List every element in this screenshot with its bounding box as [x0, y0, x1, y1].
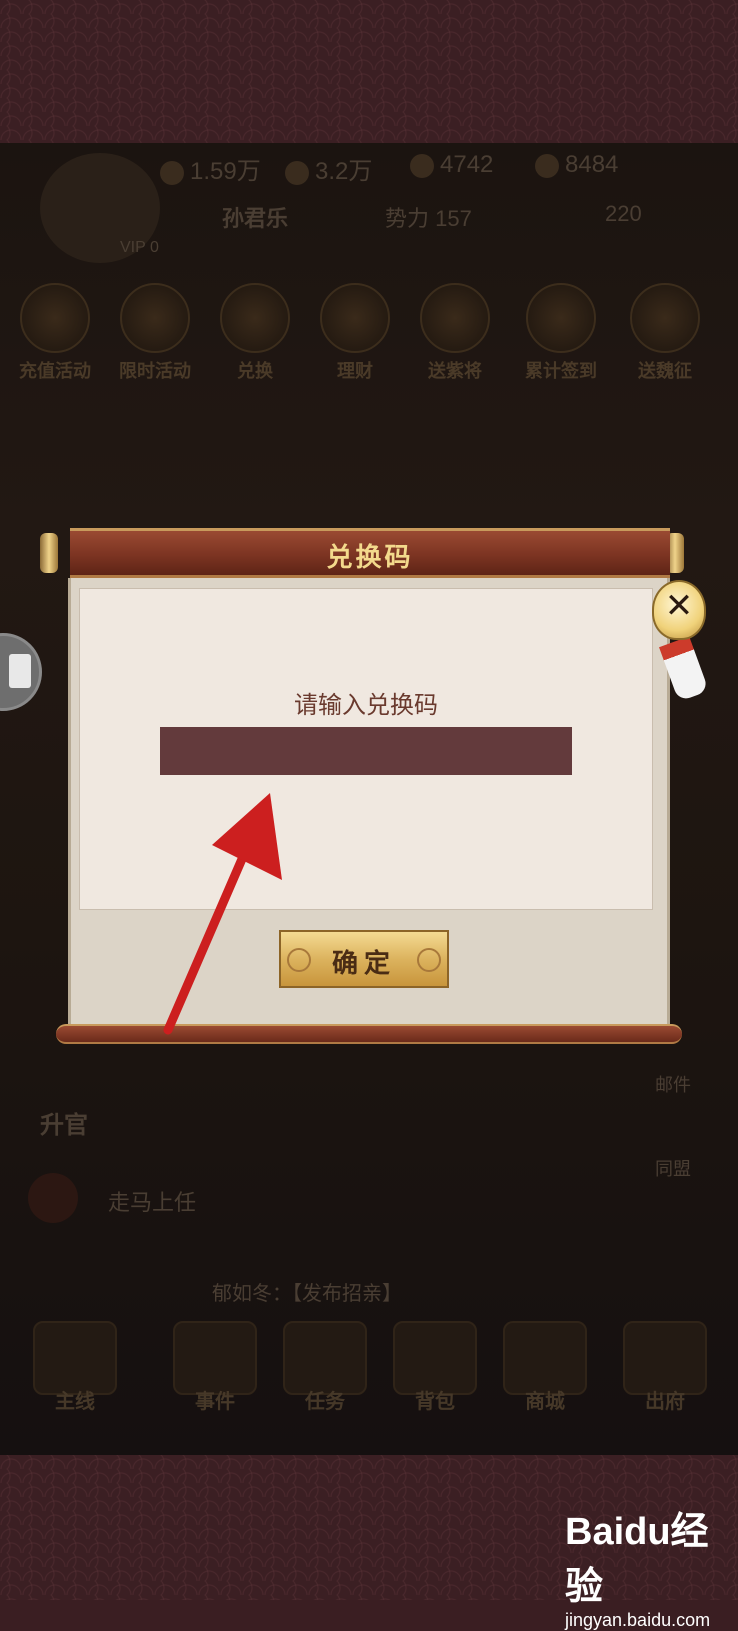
close-button[interactable]: ✕ [652, 580, 706, 640]
baidu-watermark: Baidu经验 jingyan.baidu.com [565, 1500, 735, 1630]
power-label: 势力 [385, 206, 430, 231]
events-icon [173, 1321, 257, 1395]
soldier-icon [410, 153, 434, 178]
vip-badge: VIP 0 [120, 239, 159, 256]
limited-icon [120, 283, 190, 353]
resource-silver: 1.59万 [160, 151, 261, 186]
redeem-icon [220, 283, 290, 353]
feature-limited[interactable]: 限时活动 [114, 283, 196, 383]
power-display: 势力 157 [385, 201, 472, 233]
feature-label: 送魏征 [638, 361, 692, 382]
food-icon [285, 160, 309, 185]
resource-gems: 8484 [535, 151, 618, 179]
feature-label: 送紫将 [428, 361, 482, 382]
redeem-dialog: 请输入兑换码 确定 [68, 578, 670, 1026]
nav-label: 主线 [55, 1389, 95, 1413]
general-icon [420, 283, 490, 353]
weizheng-icon [630, 283, 700, 353]
nav-events[interactable]: 事件 [170, 1321, 260, 1414]
nav-label: 事件 [195, 1389, 235, 1413]
nav-leave-mansion[interactable]: 出府 [620, 1321, 710, 1414]
scroll-rod-left [40, 533, 58, 573]
main-quest-icon [33, 1321, 117, 1395]
nav-bag[interactable]: 背包 [390, 1321, 480, 1414]
resource-food: 3.2万 [285, 151, 372, 186]
mansion-icon [623, 1321, 707, 1395]
nav-tasks[interactable]: 任务 [280, 1321, 370, 1414]
feature-finance[interactable]: 理财 [314, 283, 396, 383]
feature-recharge[interactable]: 充值活动 [14, 283, 96, 383]
alliance-label[interactable]: 同盟 [655, 1155, 691, 1181]
puzzle-icon [9, 654, 31, 688]
feature-label: 理财 [337, 361, 373, 382]
dialog-header: 兑换码 [70, 528, 670, 578]
watermark-site: jingyan.baidu.com [565, 1610, 711, 1630]
dialog-content-panel: 请输入兑换码 [79, 588, 653, 910]
dialog-title: 兑换码 [326, 543, 414, 573]
redeem-prompt: 请输入兑换码 [294, 691, 438, 719]
feature-label: 兑换 [237, 361, 273, 382]
redeem-code-input[interactable] [160, 727, 572, 775]
feature-signin[interactable]: 累计签到 [520, 283, 602, 383]
close-icon: ✕ [664, 586, 694, 626]
nav-label: 出府 [645, 1389, 685, 1413]
feature-label: 累计签到 [525, 361, 597, 382]
mail-label[interactable]: 邮件 [655, 1071, 691, 1097]
signin-icon [526, 283, 596, 353]
top-background-band [0, 0, 738, 143]
promote-label[interactable]: 升官 [40, 1105, 88, 1140]
resource-soldiers: 4742 [410, 151, 493, 179]
feature-label: 限时活动 [119, 361, 191, 382]
confirm-button-label: 确定 [331, 949, 396, 979]
tasks-icon [283, 1321, 367, 1395]
finance-icon [320, 283, 390, 353]
watermark-brand: Baidu经验 [565, 1511, 709, 1608]
nav-label: 背包 [415, 1389, 455, 1413]
recharge-icon [20, 283, 90, 353]
power-value: 157 [435, 206, 472, 231]
alert-icon [28, 1173, 78, 1223]
gem-icon [535, 153, 559, 178]
bag-icon [393, 1321, 477, 1395]
nav-label: 商城 [525, 1389, 565, 1413]
shop-icon [503, 1321, 587, 1395]
quest-text[interactable]: 走马上任 [108, 1185, 196, 1217]
silver-icon [160, 160, 184, 185]
confirm-button[interactable]: 确定 [279, 930, 449, 988]
chat-message[interactable]: 郁如冬：【发布招亲】 [212, 1277, 402, 1306]
nav-label: 任务 [305, 1389, 345, 1413]
player-name: 孙君乐 [222, 206, 289, 231]
nav-shop[interactable]: 商城 [500, 1321, 590, 1414]
feature-purple-general[interactable]: 送紫将 [414, 283, 496, 383]
feature-weizheng[interactable]: 送魏征 [624, 283, 706, 383]
scroll-bottom-rod [56, 1024, 682, 1044]
feature-label: 充值活动 [19, 361, 91, 382]
nav-main-quest[interactable]: 主线 [30, 1321, 120, 1414]
ingot-count: 220 [605, 201, 642, 226]
feature-redeem[interactable]: 兑换 [214, 283, 296, 383]
